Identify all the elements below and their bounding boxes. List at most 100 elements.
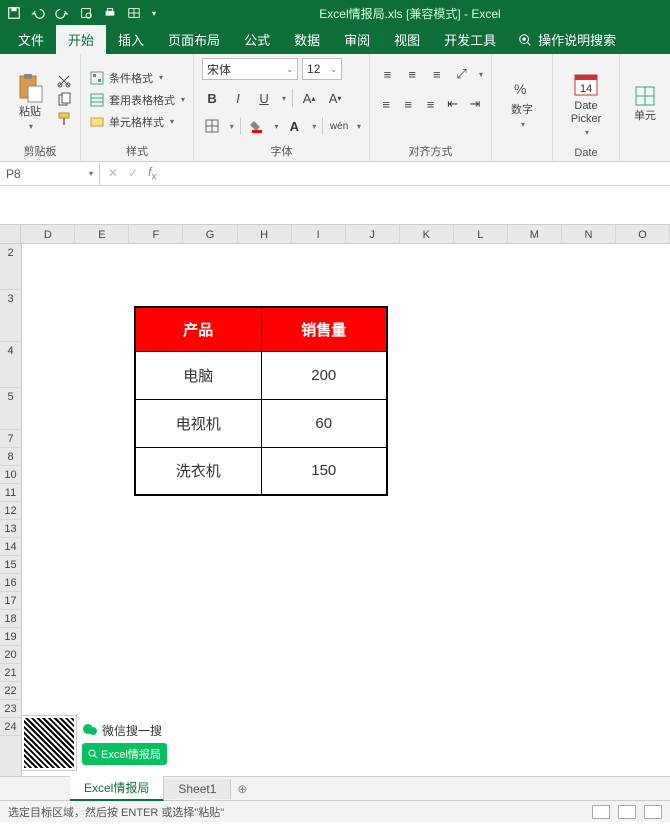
grow-font-button[interactable]: A▴ (299, 88, 319, 108)
tab-formula[interactable]: 公式 (232, 25, 282, 54)
col-header[interactable]: N (562, 225, 616, 243)
align-top-button[interactable]: ≡ (378, 64, 397, 84)
align-left-button[interactable]: ≡ (378, 94, 394, 114)
add-sheet-button[interactable]: ⊕ (231, 782, 253, 796)
row-header[interactable]: 13 (0, 520, 21, 538)
fx-icon[interactable]: fx (148, 165, 156, 182)
worksheet-area[interactable]: D E F G H I J K L M N O 2 3 4 5 7 8 10 1… (0, 186, 670, 776)
borders-button[interactable] (202, 116, 222, 136)
table-icon[interactable] (126, 5, 142, 21)
save-icon[interactable] (6, 5, 22, 21)
row-header[interactable]: 19 (0, 628, 21, 646)
col-header[interactable]: K (400, 225, 454, 243)
table-cell[interactable]: 60 (261, 399, 387, 447)
row-header[interactable]: 16 (0, 574, 21, 592)
tell-me-search[interactable]: 操作说明搜索 (508, 25, 626, 54)
align-center-button[interactable]: ≡ (400, 94, 416, 114)
row-header[interactable]: 10 (0, 466, 21, 484)
select-all-corner[interactable] (0, 225, 21, 243)
row-header[interactable]: 14 (0, 538, 21, 556)
row-header[interactable]: 12 (0, 502, 21, 520)
row-header[interactable]: 2 (0, 244, 21, 290)
table-format-button[interactable]: 套用表格格式▾ (89, 92, 185, 108)
underline-button[interactable]: U (254, 88, 274, 108)
undo-icon[interactable] (30, 5, 46, 21)
tab-home[interactable]: 开始 (56, 25, 106, 54)
table-header[interactable]: 产品 (135, 307, 261, 351)
sheet-tab[interactable]: Excel情报局 (70, 776, 164, 801)
tab-view[interactable]: 视图 (382, 25, 432, 54)
redo-icon[interactable] (54, 5, 70, 21)
wechat-badge[interactable]: Excel情报局 (82, 743, 167, 765)
row-header[interactable]: 8 (0, 448, 21, 466)
orientation-button[interactable]: ⤢ (452, 64, 471, 84)
col-header[interactable]: I (292, 225, 346, 243)
row-header[interactable]: 3 (0, 290, 21, 342)
font-name-combo[interactable]: 宋体⌄ (202, 58, 298, 80)
row-header[interactable]: 18 (0, 610, 21, 628)
sheet-tab[interactable]: Sheet1 (164, 779, 231, 799)
row-header[interactable]: 5 (0, 388, 21, 430)
date-picker-button[interactable]: 14 Date Picker▾ (561, 58, 611, 145)
table-header[interactable]: 销售量 (261, 307, 387, 351)
indent-inc-button[interactable]: ⇥ (467, 94, 483, 114)
row-header[interactable]: 11 (0, 484, 21, 502)
row-header[interactable]: 23 (0, 700, 21, 718)
align-right-button[interactable]: ≡ (422, 94, 438, 114)
table-cell[interactable]: 电视机 (135, 399, 261, 447)
col-header[interactable]: L (454, 225, 508, 243)
row-header[interactable]: 20 (0, 646, 21, 664)
fill-color-button[interactable] (247, 116, 267, 136)
shrink-font-button[interactable]: A▾ (325, 88, 345, 108)
indent-dec-button[interactable]: ⇤ (445, 94, 461, 114)
row-header[interactable]: 17 (0, 592, 21, 610)
col-header[interactable]: G (183, 225, 237, 243)
bold-button[interactable]: B (202, 88, 222, 108)
col-header[interactable]: F (129, 225, 183, 243)
phonetic-button[interactable]: wén (329, 116, 349, 136)
row-header[interactable]: 24 (0, 718, 21, 736)
number-format-button[interactable]: % 数字▾ (500, 58, 544, 145)
page-break-button[interactable] (644, 805, 662, 819)
col-header[interactable]: H (238, 225, 292, 243)
tab-layout[interactable]: 页面布局 (156, 25, 232, 54)
table-cell[interactable]: 电脑 (135, 351, 261, 399)
col-header[interactable]: E (75, 225, 129, 243)
copy-icon[interactable] (56, 92, 72, 108)
cells-button[interactable]: 单元 (628, 58, 662, 145)
table-cell[interactable]: 200 (261, 351, 387, 399)
row-header[interactable]: 22 (0, 682, 21, 700)
italic-button[interactable]: I (228, 88, 248, 108)
enter-icon[interactable]: ✓ (128, 166, 138, 180)
normal-view-button[interactable] (592, 805, 610, 819)
table-cell[interactable]: 150 (261, 447, 387, 495)
format-painter-icon[interactable] (56, 111, 72, 127)
tab-dev[interactable]: 开发工具 (432, 25, 508, 54)
page-layout-button[interactable] (618, 805, 636, 819)
align-bottom-button[interactable]: ≡ (427, 64, 446, 84)
table-cell[interactable]: 洗衣机 (135, 447, 261, 495)
tab-review[interactable]: 审阅 (332, 25, 382, 54)
col-header[interactable]: O (616, 225, 670, 243)
cut-icon[interactable] (56, 73, 72, 89)
align-middle-button[interactable]: ≡ (403, 64, 422, 84)
row-header[interactable]: 21 (0, 664, 21, 682)
conditional-format-button[interactable]: 条件格式▾ (89, 70, 185, 86)
col-header[interactable]: M (508, 225, 562, 243)
print-icon[interactable] (102, 5, 118, 21)
font-color-button[interactable]: A (285, 116, 305, 136)
col-header[interactable]: J (346, 225, 400, 243)
tab-data[interactable]: 数据 (282, 25, 332, 54)
col-header[interactable]: D (21, 225, 75, 243)
paste-button[interactable]: 粘贴 ▾ (8, 58, 52, 141)
name-box[interactable]: P8▾ (0, 163, 100, 185)
row-header[interactable]: 7 (0, 430, 21, 448)
row-header[interactable]: 15 (0, 556, 21, 574)
cell-styles-button[interactable]: 单元格样式▾ (89, 114, 185, 130)
tab-insert[interactable]: 插入 (106, 25, 156, 54)
font-size-combo[interactable]: 12⌄ (302, 58, 342, 80)
row-header[interactable]: 4 (0, 342, 21, 388)
preview-icon[interactable] (78, 5, 94, 21)
tab-file[interactable]: 文件 (6, 25, 56, 54)
cancel-icon[interactable]: ✕ (108, 166, 118, 180)
